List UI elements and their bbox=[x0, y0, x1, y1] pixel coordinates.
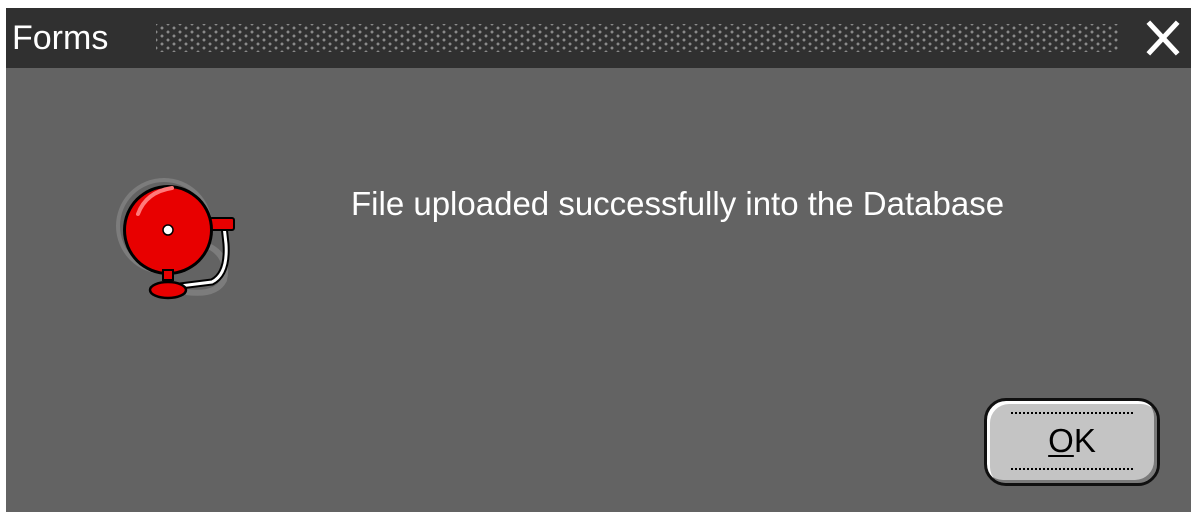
ok-mnemonic-letter: O bbox=[1048, 422, 1074, 459]
ok-button-label: OK bbox=[987, 401, 1157, 483]
ok-button[interactable]: OK bbox=[984, 398, 1160, 486]
dialog-message: File uploaded successfully into the Data… bbox=[351, 185, 1005, 222]
close-button[interactable] bbox=[1142, 18, 1182, 58]
window-title: Forms bbox=[12, 19, 109, 57]
alarm-bell-icon bbox=[116, 174, 242, 300]
message-dialog: Forms File uploaded successfully into th… bbox=[6, 8, 1191, 512]
ok-label-rest: K bbox=[1073, 422, 1096, 459]
title-bar[interactable]: Forms bbox=[6, 8, 1191, 68]
close-icon bbox=[1142, 18, 1182, 58]
title-bar-grip[interactable] bbox=[156, 24, 1120, 52]
